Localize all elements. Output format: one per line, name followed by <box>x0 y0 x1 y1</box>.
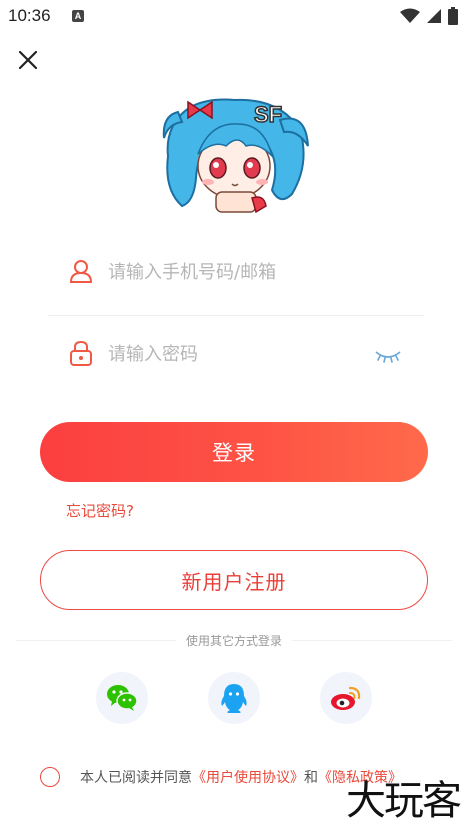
wechat-icon <box>107 685 138 711</box>
other-methods-label: 使用其它方式登录 <box>0 632 468 649</box>
account-field <box>48 246 424 298</box>
lock-icon <box>70 340 92 366</box>
agreement-prefix: 本人已阅读并同意 <box>80 770 192 786</box>
close-icon <box>18 50 38 70</box>
login-button[interactable]: 登录 <box>40 422 428 482</box>
status-icons <box>400 7 458 25</box>
signal-icon <box>427 9 441 23</box>
agreement-checkbox[interactable] <box>40 767 60 787</box>
user-icon <box>69 260 93 283</box>
qq-login-button[interactable] <box>208 672 260 724</box>
password-field <box>48 328 424 380</box>
watermark-logo: 大玩客 <box>346 778 462 824</box>
wechat-login-button[interactable] <box>96 672 148 724</box>
mascot-logo: SF <box>162 98 309 214</box>
forgot-password-link[interactable]: 忘记密码? <box>66 500 134 521</box>
user-agreement-link[interactable]: 《用户使用协议》 <box>192 770 304 786</box>
password-input[interactable] <box>106 336 370 372</box>
agreement-conjunction: 和 <box>304 770 318 786</box>
weibo-login-button[interactable] <box>320 672 372 724</box>
register-button[interactable]: 新用户注册 <box>40 550 428 610</box>
status-bar: 10:36 A <box>0 0 468 32</box>
account-input[interactable] <box>106 254 370 290</box>
status-time: 10:36 <box>8 6 51 25</box>
notification-badge: A <box>72 10 84 22</box>
weibo-icon <box>331 686 361 710</box>
field-divider <box>48 315 424 316</box>
other-methods-text: 使用其它方式登录 <box>175 634 292 648</box>
svg-text:SF: SF <box>254 102 282 127</box>
close-button[interactable] <box>14 46 42 74</box>
qq-icon <box>221 684 247 713</box>
wifi-icon <box>400 8 420 23</box>
battery-icon <box>448 7 458 25</box>
eye-closed-icon[interactable] <box>374 344 402 364</box>
